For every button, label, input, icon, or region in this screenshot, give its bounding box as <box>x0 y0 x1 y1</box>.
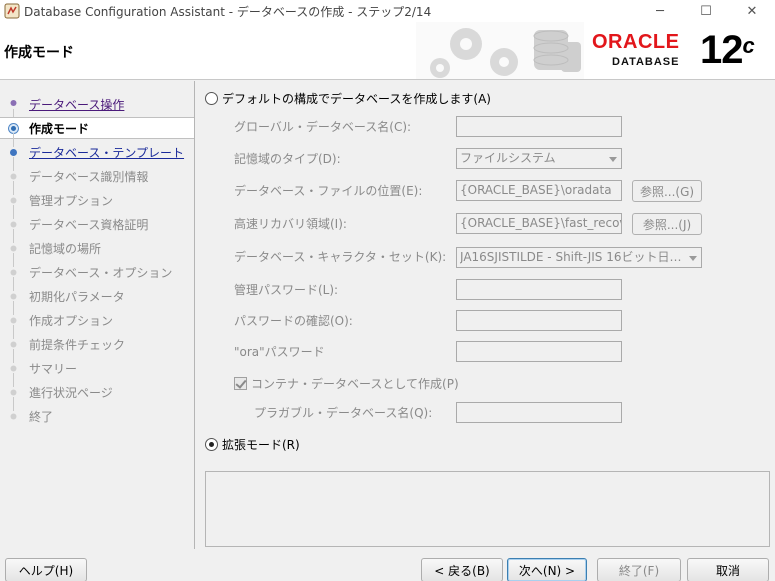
title-bar: Database Configuration Assistant - データベー… <box>0 0 775 22</box>
step-dot-icon <box>10 317 17 323</box>
container-db-checkbox[interactable] <box>234 377 247 390</box>
step-dot-icon <box>10 365 17 371</box>
current-step-icon <box>8 122 19 134</box>
confirm-password-field[interactable] <box>456 310 622 331</box>
nav-step-label: 初期化パラメータ <box>29 289 125 304</box>
nav-step-10: 作成オプション <box>0 309 194 331</box>
charset-label: データベース・キャラクタ・セット(K): <box>234 250 447 264</box>
step-dot-icon <box>10 173 17 179</box>
browse-db-location-button[interactable]: 参照...(G) <box>632 180 702 202</box>
nav-step-12: サマリー <box>0 357 194 379</box>
step-dot-icon <box>10 99 17 106</box>
step-dot-icon <box>10 413 17 419</box>
next-button[interactable]: 次へ(N) > <box>507 558 587 581</box>
nav-step-label: データベース識別情報 <box>29 169 149 184</box>
ora-password-label: "ora"パスワード <box>234 345 325 359</box>
step-dot-icon <box>10 221 17 227</box>
help-button[interactable]: ヘルプ(H) <box>5 558 87 581</box>
storage-type-label: 記憶域のタイプ(D): <box>234 152 341 166</box>
header-banner: 作成モード ORACLE DATABASE 12c <box>0 22 775 80</box>
main-panel: デフォルトの構成でデータベースを作成します(A) グローバル・データベース名(C… <box>196 81 775 549</box>
nav-step-3[interactable]: データベース・テンプレート <box>0 141 194 163</box>
advanced-mode-radio[interactable] <box>205 438 218 451</box>
advanced-mode-label: 拡張モード(R) <box>222 438 300 452</box>
chevron-down-icon <box>609 157 617 162</box>
admin-password-label: 管理パスワード(L): <box>234 283 339 297</box>
step-dot-icon <box>10 245 17 251</box>
footer: ヘルプ(H) < 戻る(B) 次へ(N) > 終了(F) 取消 <box>0 549 775 581</box>
nav-step-label: 進行状況ページ <box>29 385 113 400</box>
global-db-name-field[interactable] <box>456 116 622 137</box>
confirm-password-label: パスワードの確認(O): <box>234 314 353 328</box>
page-title: 作成モード <box>4 45 74 61</box>
nav-step-7: 記憶域の場所 <box>0 237 194 259</box>
admin-password-field[interactable] <box>456 279 622 300</box>
nav-step-11: 前提条件チェック <box>0 333 194 355</box>
step-navigation: データベース操作 作成モードデータベース・テンプレート データベース識別情報 管理オプ… <box>0 81 195 549</box>
oracle-logo: ORACLE DATABASE <box>592 32 697 70</box>
pluggable-db-field[interactable] <box>456 402 622 423</box>
description-box <box>205 471 770 547</box>
nav-step-8: データベース・オプション <box>0 261 194 283</box>
global-db-name-label: グローバル・データベース名(C): <box>234 120 412 134</box>
version-12c-logo: 12c <box>700 28 755 72</box>
window-title: Database Configuration Assistant - データベー… <box>24 4 432 19</box>
step-dot-icon <box>10 148 17 156</box>
recovery-area-field[interactable]: {ORACLE_BASE}\fast_recove <box>456 213 622 234</box>
nav-step-4: データベース識別情報 <box>0 165 194 187</box>
version-number: 12 <box>700 28 743 72</box>
step-dot-icon <box>10 197 17 203</box>
finish-button[interactable]: 終了(F) <box>597 558 681 581</box>
cancel-button[interactable]: 取消 <box>687 558 769 581</box>
default-mode-label: デフォルトの構成でデータベースを作成します(A) <box>222 92 491 106</box>
nav-step-label: データベース・オプション <box>29 265 173 280</box>
pluggable-db-label: プラガブル・データベース名(Q): <box>254 406 433 420</box>
db-file-location-label: データベース・ファイルの位置(E): <box>234 184 423 198</box>
back-button[interactable]: < 戻る(B) <box>421 558 503 581</box>
step-dot-icon <box>10 341 17 347</box>
nav-step-9: 初期化パラメータ <box>0 285 194 307</box>
chevron-down-icon <box>689 256 697 261</box>
ora-password-field[interactable] <box>456 341 622 362</box>
nav-step-label: サマリー <box>29 361 78 376</box>
nav-step-6: データベース資格証明 <box>0 213 194 235</box>
db-file-location-field[interactable]: {ORACLE_BASE}\oradata <box>456 180 622 201</box>
storage-type-select[interactable]: ファイルシステム <box>456 148 622 169</box>
step-dot-icon <box>10 389 17 395</box>
version-suffix: c <box>742 33 755 58</box>
nav-step-label: データベース資格証明 <box>29 217 149 232</box>
oracle-logo-database: DATABASE <box>612 56 680 68</box>
nav-step-2: 作成モード <box>0 117 194 139</box>
nav-step-label: 記憶域の場所 <box>29 241 102 256</box>
nav-step-label: 前提条件チェック <box>29 337 126 352</box>
default-mode-option[interactable]: デフォルトの構成でデータベースを作成します(A) <box>205 90 491 107</box>
nav-step-label: 作成モード <box>29 121 90 136</box>
nav-step-label: データベース操作 <box>29 97 125 112</box>
nav-step-label: 作成オプション <box>29 313 114 328</box>
charset-value: JA16SJISTILDE - Shift-JIS 16ビット日本... <box>460 250 685 264</box>
container-db-label: コンテナ・データベースとして作成(P) <box>251 377 459 391</box>
default-mode-radio[interactable] <box>205 92 218 105</box>
step-dot-icon <box>10 293 17 299</box>
step-dot-icon <box>10 269 17 275</box>
nav-step-5: 管理オプション <box>0 189 194 211</box>
nav-step-1[interactable]: データベース操作 <box>0 93 194 115</box>
nav-step-13: 進行状況ページ <box>0 381 194 403</box>
close-button[interactable]: ✕ <box>729 0 775 22</box>
minimize-button[interactable]: ─ <box>637 0 683 22</box>
nav-step-14: 終了 <box>0 405 194 427</box>
nav-step-label: 管理オプション <box>29 193 114 208</box>
recovery-area-label: 高速リカバリ領域(I): <box>234 217 347 231</box>
advanced-mode-option[interactable]: 拡張モード(R) <box>205 436 300 453</box>
nav-step-label: 終了 <box>29 409 54 424</box>
oracle-logo-word: ORACLE <box>592 31 680 53</box>
storage-type-value: ファイルシステム <box>460 151 556 165</box>
container-db-option[interactable]: コンテナ・データベースとして作成(P) <box>234 375 459 392</box>
dbca-app-icon <box>4 3 20 19</box>
browse-recovery-area-button[interactable]: 参照...(J) <box>632 213 702 235</box>
maximize-button[interactable]: ☐ <box>683 0 729 22</box>
nav-step-label: データベース・テンプレート <box>29 145 185 160</box>
gears-graphic-icon <box>416 22 584 79</box>
charset-select[interactable]: JA16SJISTILDE - Shift-JIS 16ビット日本... <box>456 247 702 268</box>
